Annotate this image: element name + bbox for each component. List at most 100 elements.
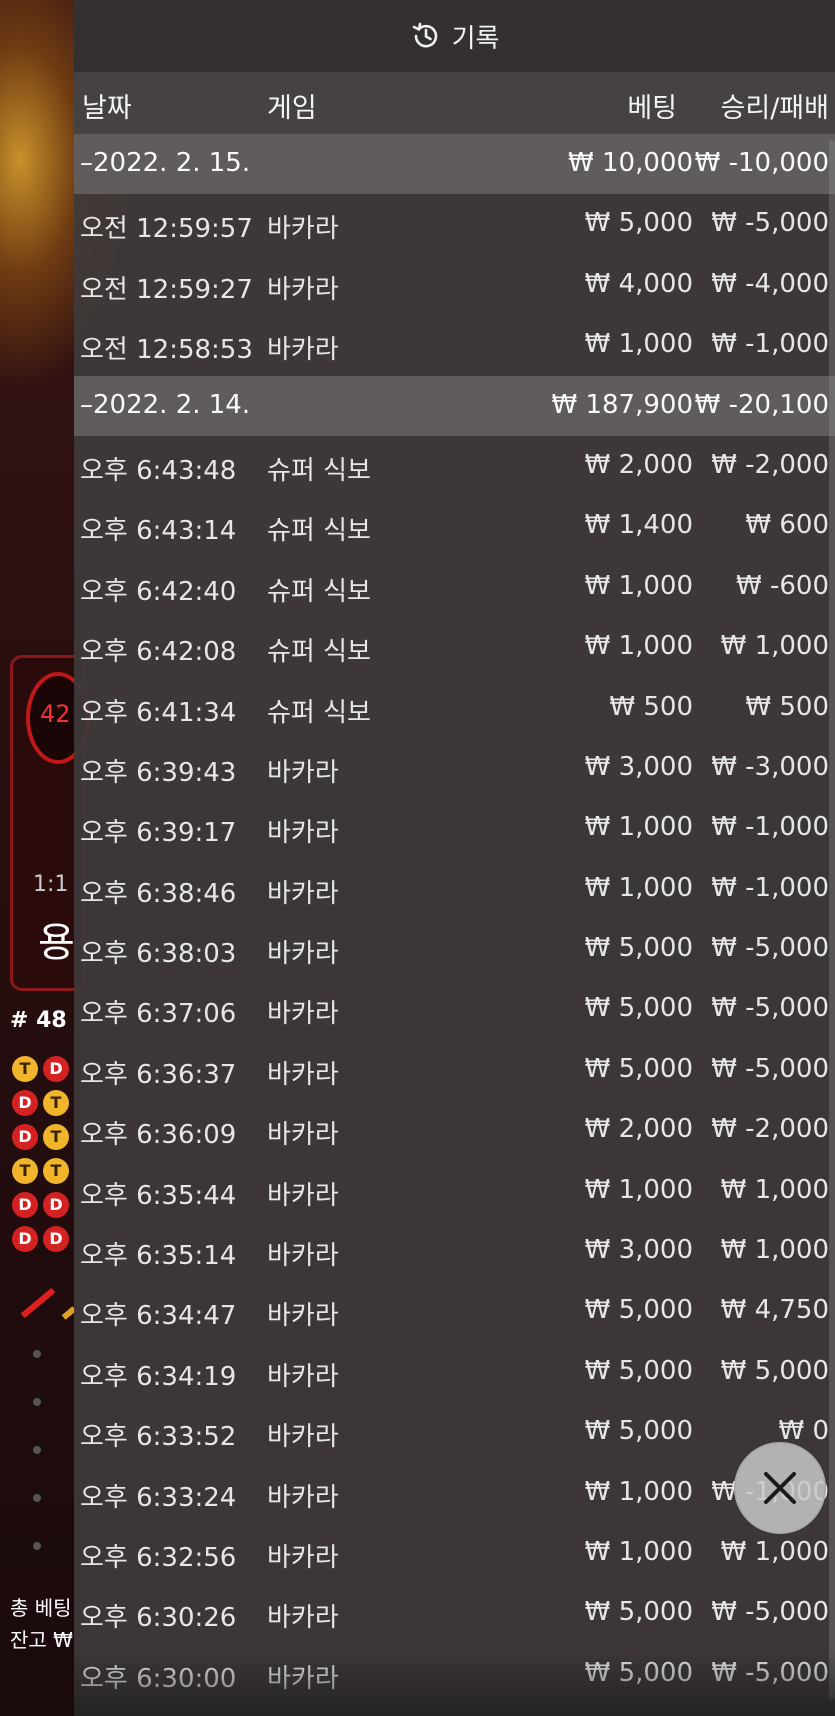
- bead-dragon: D: [12, 1192, 38, 1218]
- row-bet: ₩ 1,400: [584, 510, 693, 541]
- row-bet: ₩ 5,000: [584, 933, 693, 964]
- row-game: 바카라: [267, 1059, 339, 1090]
- bead-dragon: D: [12, 1090, 38, 1116]
- row-game: 바카라: [267, 214, 339, 245]
- road-dot: [33, 1446, 41, 1454]
- history-row: 오전 12:58:53 바카라 ₩ 1,000 ₩ -1,000: [74, 315, 835, 375]
- row-winloss: ₩ -5,000: [711, 1053, 829, 1084]
- road-dot: [33, 1494, 41, 1502]
- road-dot: [33, 1398, 41, 1406]
- row-game: 바카라: [267, 335, 339, 366]
- row-time: 오후 6:39:17: [80, 818, 237, 849]
- row-winloss: ₩ 1,000: [720, 631, 829, 662]
- row-bet: ₩ 1,000: [584, 1536, 693, 1567]
- bead-tiger: T: [12, 1158, 38, 1184]
- history-row: 오후 6:34:19 바카라 ₩ 5,000 ₩ 5,000: [74, 1342, 835, 1402]
- road-stroke: [20, 1287, 56, 1319]
- row-time: 오후 6:43:14: [80, 516, 237, 547]
- row-bet: ₩ 5,000: [584, 1053, 693, 1084]
- row-game: 바카라: [267, 274, 339, 305]
- row-winloss: ₩ -1,000: [711, 329, 829, 360]
- history-row: 오후 6:38:46 바카라 ₩ 1,000 ₩ -1,000: [74, 859, 835, 919]
- row-bet: ₩ 1,000: [584, 631, 693, 662]
- row-game: 바카라: [267, 1482, 339, 1513]
- balance-label: 잔고 ₩: [10, 1628, 73, 1652]
- history-list[interactable]: –2022. 2. 15. ₩ 10,000 ₩ -10,000 오전 12:59:5…: [74, 134, 835, 1704]
- row-game: 바카라: [267, 757, 339, 788]
- row-time: 오후 6:35:14: [80, 1241, 237, 1272]
- bead-tiger: T: [43, 1090, 69, 1116]
- row-winloss: ₩ -2,000: [711, 449, 829, 480]
- row-game: 슈퍼 식보: [267, 637, 371, 668]
- row-time: 오후 6:42:40: [80, 576, 237, 607]
- history-row: 오후 6:33:24바카라₩ 1,000₩ -1,000: [74, 1463, 835, 1523]
- column-winloss: 승리/패배: [720, 93, 829, 124]
- row-bet: ₩ 3,000: [584, 751, 693, 782]
- row-winloss: ₩ -1,000: [711, 872, 829, 903]
- close-button[interactable]: [734, 1442, 826, 1534]
- row-time: 오후 6:43:48: [80, 455, 237, 486]
- row-time: 오후 6:41:34: [80, 697, 237, 728]
- history-row: 오후 6:42:40 슈퍼 식보 ₩ 1,000 ₩ -600: [74, 557, 835, 617]
- row-time: 오후 6:38:46: [80, 878, 237, 909]
- timer-number: 42: [40, 700, 71, 728]
- history-row: 오후 6:43:48 슈퍼 식보 ₩ 2,000 ₩ -2,000: [74, 436, 835, 496]
- history-row: 오후 6:39:17 바카라 ₩ 1,000 ₩ -1,000: [74, 798, 835, 858]
- history-panel: 기록 날짜 게임 베팅 승리/패배 –2022. 2. 15. ₩ 10,000 ₩…: [74, 0, 835, 1716]
- history-row: 오전 12:59:27 바카라 ₩ 4,000 ₩ -4,000: [74, 255, 835, 315]
- row-winloss: ₩ -1,000: [711, 812, 829, 843]
- history-row: 오후 6:34:47 바카라 ₩ 5,000 ₩ 4,750: [74, 1281, 835, 1341]
- row-time: 오후 6:36:09: [80, 1120, 237, 1151]
- row-time: 오후 6:33:24: [80, 1482, 237, 1513]
- row-bet: ₩ 500: [609, 691, 693, 722]
- row-game: 바카라: [267, 878, 339, 909]
- row-game: 바카라: [267, 1301, 339, 1332]
- row-time: 오후 6:34:19: [80, 1361, 237, 1392]
- history-icon: [412, 22, 437, 48]
- row-winloss: ₩ -5,000: [711, 933, 829, 964]
- column-game: 게임: [267, 93, 317, 124]
- row-game: 바카라: [267, 939, 339, 970]
- row-time: 오후 6:39:43: [80, 757, 237, 788]
- history-row: 오후 6:42:08 슈퍼 식보 ₩ 1,000 ₩ 1,000: [74, 617, 835, 677]
- row-winloss: ₩ -10,000: [694, 148, 829, 178]
- history-row: 오후 6:43:14 슈퍼 식보 ₩ 1,400 ₩ 600: [74, 496, 835, 556]
- row-bet: ₩ 1,000: [584, 570, 693, 601]
- row-winloss: ₩ -5,000: [711, 208, 829, 239]
- bead-tiger: T: [43, 1158, 69, 1184]
- row-time: 오후 6:36:37: [80, 1059, 237, 1090]
- bead-dragon: D: [12, 1124, 38, 1150]
- row-bet: ₩ 1,000: [584, 329, 693, 360]
- row-bet: ₩ 4,000: [584, 268, 693, 299]
- history-row: 오후 6:38:03 바카라 ₩ 5,000 ₩ -5,000: [74, 919, 835, 979]
- row-game: 바카라: [267, 999, 339, 1030]
- row-winloss: ₩ 4,750: [720, 1295, 829, 1326]
- date-label: –2022. 2. 14.: [80, 389, 251, 420]
- row-time: 오후 6:34:47: [80, 1301, 237, 1332]
- row-bet: ₩ 1,000: [584, 1174, 693, 1205]
- bead-dragon: D: [43, 1226, 69, 1252]
- row-winloss: ₩ -4,000: [711, 268, 829, 299]
- row-winloss: ₩ 1,000: [720, 1536, 829, 1567]
- row-time: 오후 6:33:52: [80, 1422, 237, 1453]
- row-bet: ₩ 1,000: [584, 812, 693, 843]
- round-number: # 48: [10, 1008, 67, 1033]
- row-game: 바카라: [267, 1120, 339, 1151]
- row-bet: ₩ 187,900: [551, 389, 694, 420]
- row-bet: ₩ 2,000: [584, 1114, 693, 1145]
- panel-header: 기록: [74, 0, 835, 72]
- row-bet: ₩ 5,000: [584, 1416, 693, 1447]
- history-row: 오후 6:36:09 바카라 ₩ 2,000 ₩ -2,000: [74, 1100, 835, 1160]
- date-group-row: –2022. 2. 14. ₩ 187,900 ₩ -20,100: [74, 375, 835, 436]
- total-bet-label: 총 베팅: [10, 1596, 72, 1620]
- row-time: 오전 12:59:57: [80, 214, 253, 245]
- row-game: 바카라: [267, 1603, 339, 1634]
- road-dot: [33, 1542, 41, 1550]
- row-winloss: ₩ 500: [745, 691, 829, 722]
- column-headers: 날짜 게임 베팅 승리/패배: [74, 72, 835, 134]
- scrollbar[interactable]: [829, 140, 835, 1700]
- row-bet: ₩ 1,000: [584, 1476, 693, 1507]
- row-bet: ₩ 5,000: [584, 1597, 693, 1628]
- row-bet: ₩ 5,000: [584, 208, 693, 239]
- row-winloss: ₩ -20,100: [694, 389, 829, 420]
